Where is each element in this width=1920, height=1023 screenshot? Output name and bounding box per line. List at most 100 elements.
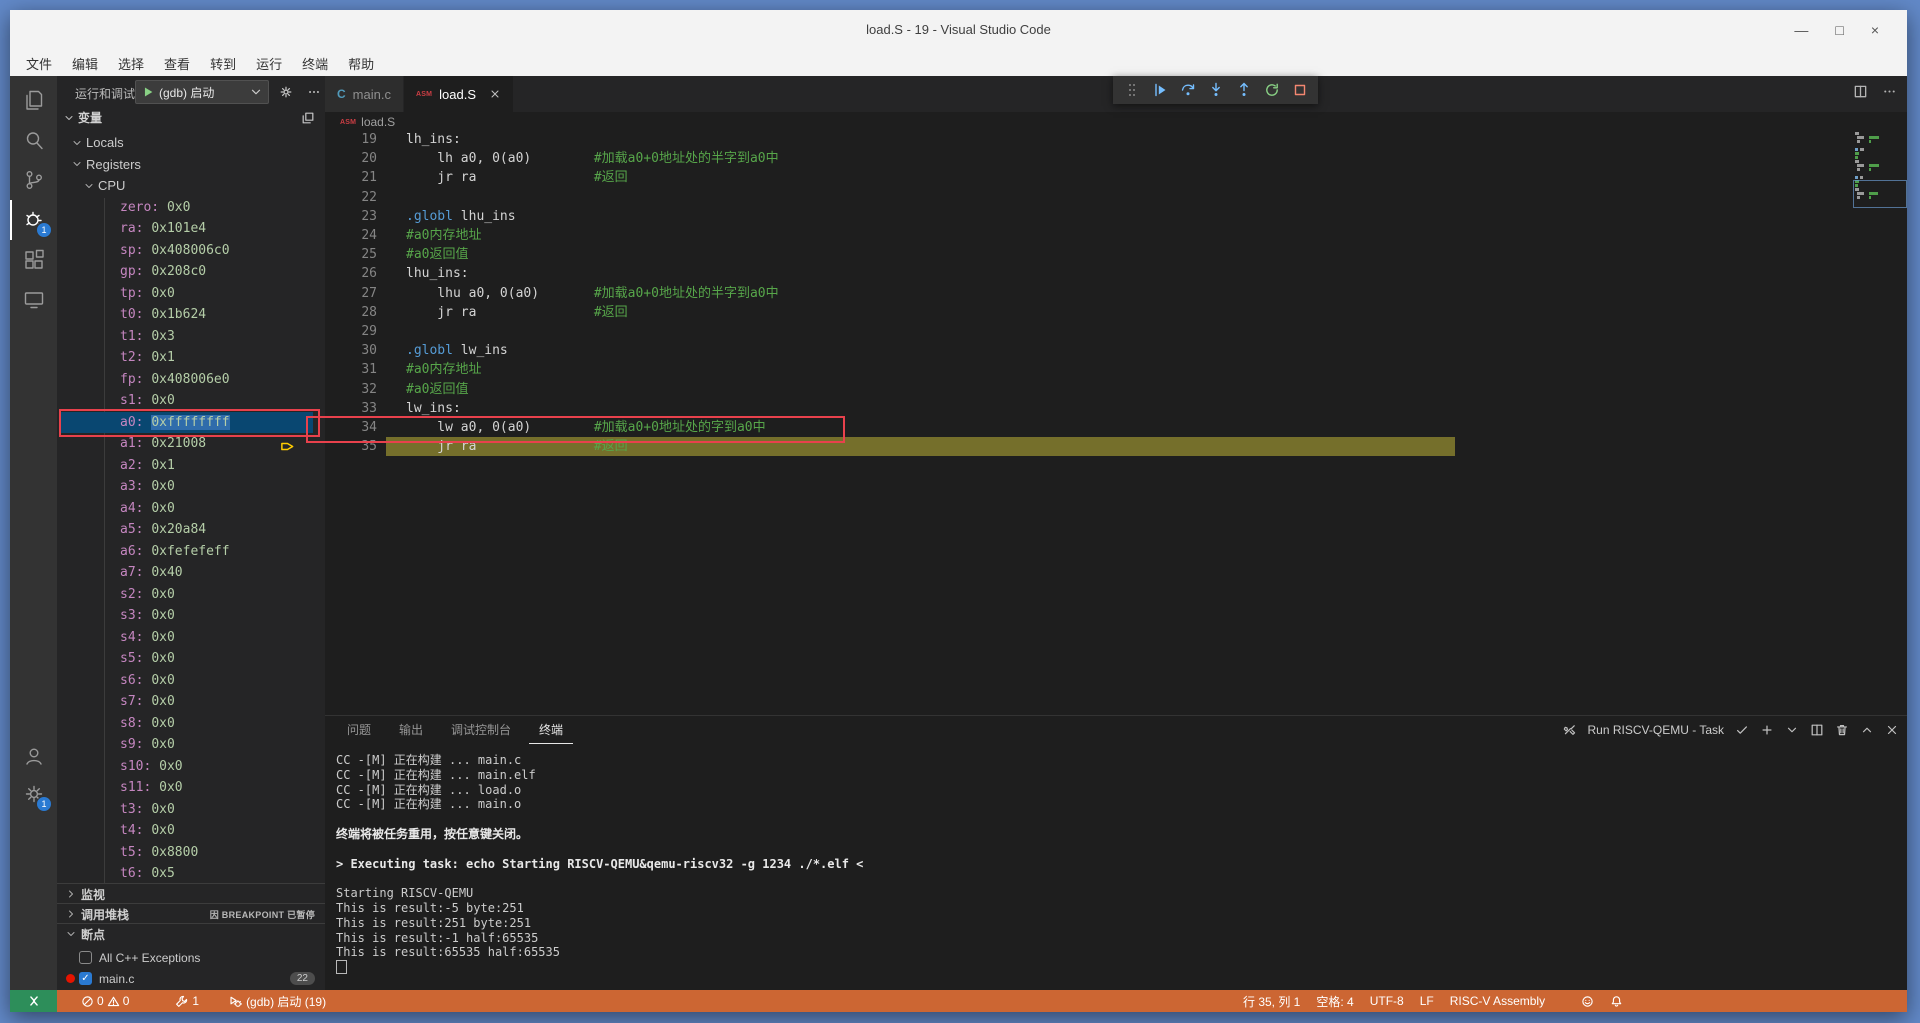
line-number[interactable]: 31 (340, 360, 377, 379)
maximize-panel-icon[interactable] (1860, 723, 1874, 737)
line-number[interactable]: 32 (340, 380, 377, 399)
code-line-21[interactable]: 21 jr ra #返回 (325, 168, 1907, 187)
activity-extensions-icon[interactable] (10, 240, 57, 280)
call-stack-section-header[interactable]: 调用堆栈 因 BREAKPOINT 已暂停 (57, 903, 325, 924)
menu-item-查看[interactable]: 查看 (154, 51, 200, 76)
notifications-bell-icon[interactable] (1610, 995, 1623, 1008)
breakpoints-section-header[interactable]: 断点 (57, 923, 325, 944)
register-row-t3[interactable]: t3: 0x0 (57, 799, 325, 821)
tree-item-cpu[interactable]: CPU (57, 175, 325, 197)
activity-account-icon[interactable] (10, 736, 57, 776)
debug-stop-button[interactable] (1288, 79, 1311, 102)
tree-item-registers[interactable]: Registers (57, 154, 325, 176)
register-row-a7[interactable]: a7: 0x40 (57, 562, 325, 584)
start-debug-icon[interactable] (141, 85, 155, 99)
register-row-a4[interactable]: a4: 0x0 (57, 498, 325, 520)
debug-session-status[interactable]: (gdb) 启动 (19) (229, 993, 326, 1010)
panel-tab-输出[interactable]: 输出 (389, 716, 433, 744)
panel-tab-问题[interactable]: 问题 (337, 716, 381, 744)
line-number[interactable]: 20 (340, 149, 377, 168)
code-line-23[interactable]: 23.globl lhu_ins (325, 207, 1907, 226)
line-number[interactable]: 24 (340, 226, 377, 245)
register-row-a6[interactable]: a6: 0xfefefeff (57, 541, 325, 563)
register-row-t6[interactable]: t6: 0x5 (57, 863, 325, 885)
close-panel-icon[interactable] (1885, 723, 1899, 737)
register-row-tp[interactable]: tp: 0x0 (57, 283, 325, 305)
register-row-a2[interactable]: a2: 0x1 (57, 455, 325, 477)
code-line-19[interactable]: 19lh_ins: (325, 130, 1907, 149)
more-actions-icon[interactable] (307, 85, 321, 99)
minimize-icon[interactable]: — (1794, 23, 1808, 37)
activity-run-and-debug-icon[interactable]: 1 (10, 200, 57, 240)
breakpoint-checkbox[interactable]: ✓ (79, 972, 92, 985)
register-row-s10[interactable]: s10: 0x0 (57, 756, 325, 778)
activity-remote-explorer-icon[interactable] (10, 280, 57, 320)
code-line-27[interactable]: 27 lhu a0, 0(a0) #加载a0+0地址处的半字到a0中 (325, 284, 1907, 303)
register-row-s5[interactable]: s5: 0x0 (57, 648, 325, 670)
new-terminal-icon[interactable] (1760, 723, 1774, 737)
register-row-t1[interactable]: t1: 0x3 (57, 326, 325, 348)
code-line-28[interactable]: 28 jr ra #返回 (325, 303, 1907, 322)
register-row-t4[interactable]: t4: 0x0 (57, 820, 325, 842)
code-line-30[interactable]: 30.globl lw_ins (325, 341, 1907, 360)
debug-continue-button[interactable] (1148, 79, 1171, 102)
register-row-a3[interactable]: a3: 0x0 (57, 476, 325, 498)
menu-item-帮助[interactable]: 帮助 (338, 51, 384, 76)
menu-item-转到[interactable]: 转到 (200, 51, 246, 76)
open-in-panel-icon[interactable] (301, 111, 315, 125)
cursor-position-status[interactable]: 行 35, 列 1 (1243, 993, 1300, 1010)
feedback-icon[interactable] (1581, 995, 1594, 1008)
line-number[interactable]: 26 (340, 264, 377, 283)
debug-step-out-button[interactable] (1232, 79, 1255, 102)
menu-item-编辑[interactable]: 编辑 (62, 51, 108, 76)
maximize-icon[interactable]: □ (1835, 23, 1843, 37)
code-line-24[interactable]: 24#a0内存地址 (325, 226, 1907, 245)
panel-tab-调试控制台[interactable]: 调试控制台 (441, 716, 521, 744)
line-number[interactable]: 23 (340, 207, 377, 226)
launch-config-select[interactable]: (gdb) 启动 (135, 80, 269, 104)
line-number[interactable]: 27 (340, 284, 377, 303)
register-row-ra[interactable]: ra: 0x101e4 (57, 218, 325, 240)
language-mode-status[interactable]: RISC-V Assembly (1450, 994, 1545, 1008)
register-row-s3[interactable]: s3: 0x0 (57, 605, 325, 627)
register-row-t0[interactable]: t0: 0x1b624 (57, 304, 325, 326)
register-row-t5[interactable]: t5: 0x8800 (57, 842, 325, 864)
code-line-31[interactable]: 31#a0内存地址 (325, 360, 1907, 379)
register-row-gp[interactable]: gp: 0x208c0 (57, 261, 325, 283)
watch-section-header[interactable]: 监视 (57, 883, 325, 904)
register-row-a5[interactable]: a5: 0x20a84 (57, 519, 325, 541)
activity-source-control-icon[interactable] (10, 160, 57, 200)
breakpoint-checkbox[interactable] (79, 951, 92, 964)
kill-terminal-icon[interactable] (1835, 723, 1849, 737)
tree-item-locals[interactable]: Locals (57, 132, 325, 154)
indentation-status[interactable]: 空格: 4 (1316, 993, 1353, 1010)
register-row-sp[interactable]: sp: 0x408006c0 (57, 240, 325, 262)
code-line-29[interactable]: 29 (325, 322, 1907, 341)
register-row-s4[interactable]: s4: 0x0 (57, 627, 325, 649)
menu-item-终端[interactable]: 终端 (292, 51, 338, 76)
debug-step-into-button[interactable] (1204, 79, 1227, 102)
register-row-fp[interactable]: fp: 0x408006e0 (57, 369, 325, 391)
register-row-s7[interactable]: s7: 0x0 (57, 691, 325, 713)
terminal-task-label[interactable]: Run RISCV-QEMU - Task (1588, 723, 1724, 737)
menu-item-选择[interactable]: 选择 (108, 51, 154, 76)
line-number[interactable]: 29 (340, 322, 377, 341)
running-tasks-status[interactable]: 1 (175, 994, 199, 1008)
activity-search-icon[interactable] (10, 120, 57, 160)
code-line-25[interactable]: 25#a0返回值 (325, 245, 1907, 264)
code-line-22[interactable]: 22 (325, 188, 1907, 207)
close-icon[interactable]: × (1871, 23, 1879, 37)
register-row-t2[interactable]: t2: 0x1 (57, 347, 325, 369)
line-number[interactable]: 25 (340, 245, 377, 264)
activity-settings-icon[interactable]: 1 (10, 774, 57, 814)
line-number[interactable]: 21 (340, 168, 377, 187)
line-number[interactable]: 22 (340, 188, 377, 207)
menu-item-运行[interactable]: 运行 (246, 51, 292, 76)
encoding-status[interactable]: UTF-8 (1370, 994, 1404, 1008)
register-row-s9[interactable]: s9: 0x0 (57, 734, 325, 756)
register-row-zero[interactable]: zero: 0x0 (57, 197, 325, 219)
breakpoint-item-main.c[interactable]: ✓main.c22 (57, 968, 325, 989)
activity-explorer-icon[interactable] (10, 80, 57, 120)
problems-status[interactable]: 0 0 (81, 994, 129, 1008)
debug-restart-button[interactable] (1260, 79, 1283, 102)
